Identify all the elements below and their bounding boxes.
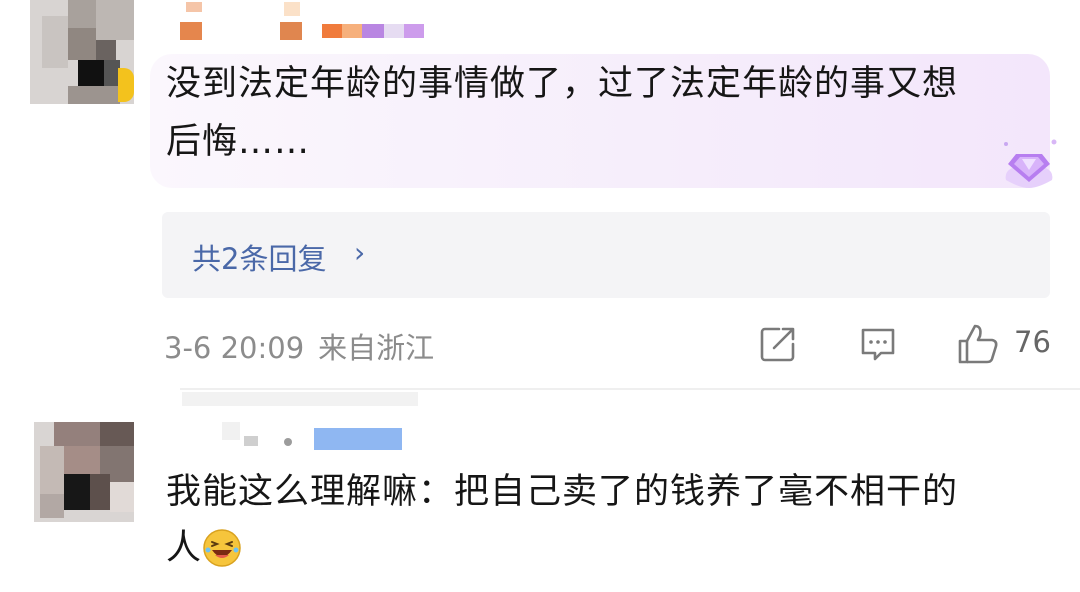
comment-text-line: 我能这么理解嘛：把自己卖了的钱养了毫不相干的 xyxy=(166,472,959,512)
comment-text-line: 后悔…… xyxy=(166,122,311,162)
divider-fade xyxy=(182,392,418,406)
like-count: 76 xyxy=(1014,325,1051,359)
avatar[interactable] xyxy=(34,422,134,522)
comment-location: 来自浙江 xyxy=(318,331,435,365)
comment-date: 3-6 20:09 xyxy=(164,331,305,365)
username-mosaic[interactable] xyxy=(186,2,202,12)
username-mosaic[interactable] xyxy=(222,422,240,440)
chevron-right-icon: › xyxy=(354,236,366,269)
username-mosaic xyxy=(342,24,362,38)
comment-icon[interactable] xyxy=(858,324,898,364)
username-mosaic xyxy=(362,24,384,38)
comment-meta: 3-6 20:09 来自浙江 xyxy=(164,325,448,367)
laughing-emoji-icon xyxy=(203,529,241,567)
username-mosaic xyxy=(180,22,202,40)
divider xyxy=(180,388,1080,390)
comment-text-line: 人 xyxy=(166,528,203,568)
username-mosaic xyxy=(244,436,258,446)
comment-text-line: 没到法定年龄的事情做了，过了法定年龄的事又想 xyxy=(166,64,959,104)
username-mosaic xyxy=(404,24,424,38)
share-icon[interactable] xyxy=(758,324,798,364)
thumbs-up-icon[interactable] xyxy=(956,322,1000,366)
replies-label: 共2条回复 xyxy=(192,242,327,276)
replies-expand-button[interactable]: 共2条回复 › xyxy=(162,212,1050,298)
username-mosaic xyxy=(384,24,404,38)
username-mosaic xyxy=(280,22,302,40)
username-mosaic xyxy=(284,438,292,446)
avatar[interactable] xyxy=(30,0,134,104)
username-mosaic xyxy=(322,24,342,38)
username-mosaic xyxy=(314,428,402,450)
vip-gem-icon xyxy=(1004,139,1057,188)
username-mosaic xyxy=(284,2,300,16)
